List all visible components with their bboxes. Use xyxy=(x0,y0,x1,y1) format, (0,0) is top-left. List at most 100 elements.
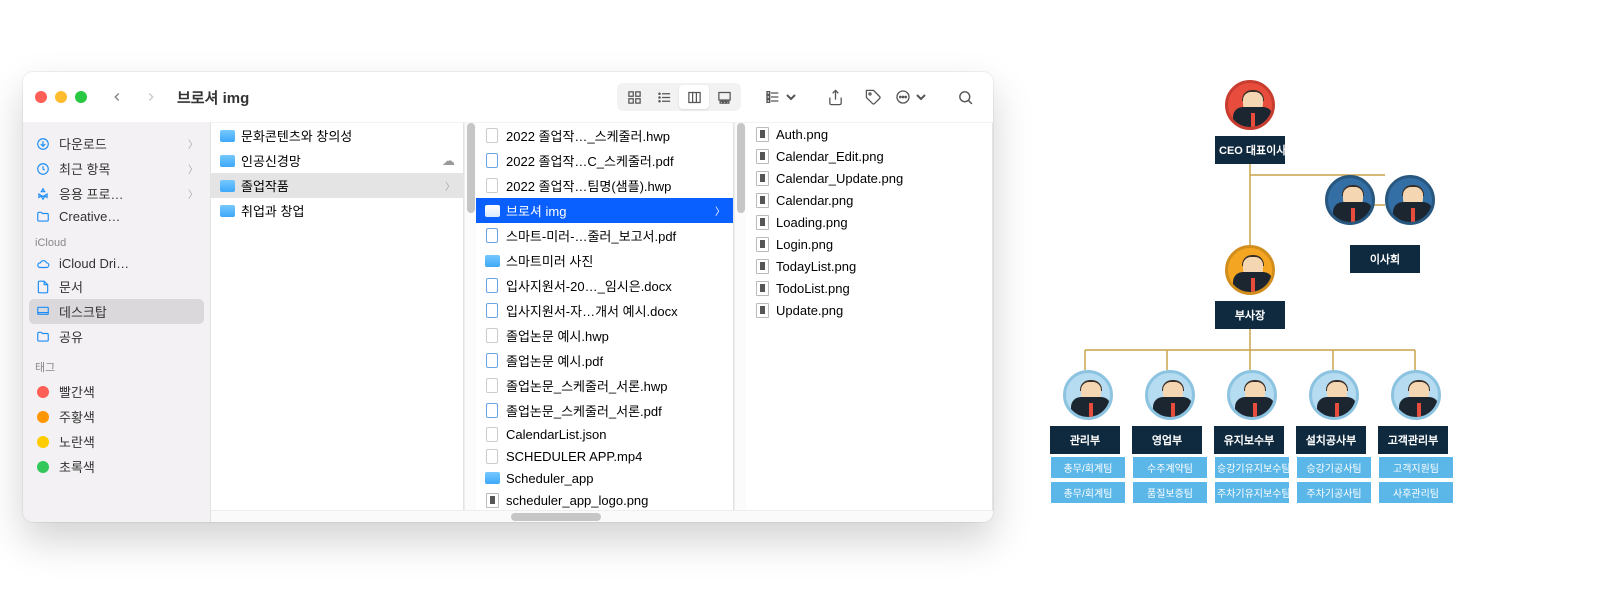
share-button[interactable] xyxy=(819,83,851,111)
sidebar-fav-0[interactable]: 다운로드 〉 xyxy=(23,131,210,156)
file-row[interactable]: Calendar_Edit.png xyxy=(746,145,992,167)
sidebar-icloud-2[interactable]: 데스크탑 xyxy=(29,299,204,324)
tag-icon xyxy=(35,386,51,398)
hwp-icon xyxy=(484,378,500,394)
file-row[interactable]: 스마트-미러-…줄러_보고서.pdf xyxy=(476,223,733,248)
close-button[interactable] xyxy=(35,91,47,103)
sidebar-fav-3[interactable]: Creative… xyxy=(23,206,210,227)
view-column-button[interactable] xyxy=(679,85,709,109)
file-row[interactable]: 스마트미러 사진 xyxy=(476,248,733,273)
folder-icon xyxy=(219,203,235,219)
cloud-icon xyxy=(35,257,51,271)
file-row[interactable]: 인공신경망☁︎ xyxy=(211,148,463,173)
sidebar-item-label: 다운로드 xyxy=(59,134,107,153)
team-name: 품질보증팀 xyxy=(1132,481,1208,504)
png-icon xyxy=(754,148,770,164)
file-row[interactable]: Loading.png xyxy=(746,211,992,233)
file-row[interactable]: TodoList.png xyxy=(746,277,992,299)
team-name: 사후관리팀 xyxy=(1378,481,1454,504)
column-3[interactable]: Auth.pngCalendar_Edit.pngCalendar_Update… xyxy=(746,123,993,522)
column-2[interactable]: 2022 졸업작…_스케줄러.hwp2022 졸업작…C_스케줄러.pdf202… xyxy=(476,123,734,522)
chevron-right-icon: 〉 xyxy=(188,136,198,151)
file-row[interactable]: Scheduler_app xyxy=(476,467,733,489)
column-1[interactable]: 문화콘텐츠와 창의성인공신경망☁︎졸업작품〉 취업과 창업 xyxy=(211,123,464,522)
file-row[interactable]: CalendarList.json xyxy=(476,423,733,445)
file-row[interactable]: 문화콘텐츠와 창의성 xyxy=(211,123,463,148)
file-label: 졸업논문 예시.hwp xyxy=(506,326,725,345)
org-board-avatars xyxy=(1325,175,1435,225)
png-icon xyxy=(754,170,770,186)
pdf-icon xyxy=(484,403,500,419)
file-row[interactable]: 2022 졸업작…팀명(샘플).hwp xyxy=(476,173,733,198)
group-by-button[interactable] xyxy=(765,89,799,105)
sidebar-section-tags: 태그 xyxy=(23,349,210,379)
tag-icon xyxy=(35,461,51,473)
file-row[interactable]: 2022 졸업작…C_스케줄러.pdf xyxy=(476,148,733,173)
png-icon xyxy=(484,492,500,508)
more-actions-button[interactable] xyxy=(895,89,929,105)
folder-icon xyxy=(219,178,235,194)
hwp-icon xyxy=(484,128,500,144)
file-row[interactable]: 입사지원서-20…_임시은.docx xyxy=(476,273,733,298)
view-icon-button[interactable] xyxy=(619,85,649,109)
file-row[interactable]: scheduler_app_logo.png xyxy=(476,489,733,511)
file-row[interactable]: 취업과 창업 xyxy=(211,198,463,223)
nav-back-button[interactable] xyxy=(103,83,131,111)
folder-icon xyxy=(484,253,500,269)
sidebar-tag-1[interactable]: 주황색 xyxy=(23,404,210,429)
view-list-button[interactable] xyxy=(649,85,679,109)
file-row[interactable]: Calendar.png xyxy=(746,189,992,211)
file-row[interactable]: 졸업논문_스케줄러_서론.pdf xyxy=(476,398,733,423)
desktop-icon xyxy=(35,305,51,319)
sidebar-item-label: 공유 xyxy=(59,327,83,346)
file-row[interactable]: Login.png xyxy=(746,233,992,255)
minimize-button[interactable] xyxy=(55,91,67,103)
sidebar-tag-0[interactable]: 빨간색 xyxy=(23,379,210,404)
file-row[interactable]: 브로셔 img〉 xyxy=(476,198,733,223)
file-row[interactable]: 졸업논문_스케줄러_서론.hwp xyxy=(476,373,733,398)
file-label: 졸업논문_스케줄러_서론.hwp xyxy=(506,376,725,395)
clock-icon xyxy=(35,162,51,176)
file-row[interactable]: Auth.png xyxy=(746,123,992,145)
file-row[interactable]: 졸업논문 예시.pdf xyxy=(476,348,733,373)
horizontal-scrollbar[interactable] xyxy=(211,510,993,522)
png-icon xyxy=(754,236,770,252)
file-row[interactable]: 입사지원서-자…개서 예시.docx xyxy=(476,298,733,323)
sidebar-fav-2[interactable]: 응용 프로…〉 xyxy=(23,181,210,206)
sidebar-tag-2[interactable]: 노란색 xyxy=(23,429,210,454)
column-2-scrollbar[interactable] xyxy=(734,123,746,522)
sidebar-item-label: 응용 프로… xyxy=(59,184,123,203)
sidebar: 다운로드〉최근 항목〉응용 프로…〉Creative… iCloud iClou… xyxy=(23,123,211,522)
avatar-icon xyxy=(1063,370,1113,420)
column-1-scrollbar[interactable] xyxy=(464,123,476,522)
docx-icon xyxy=(484,278,500,294)
avatar-icon xyxy=(1309,370,1359,420)
sidebar-tag-3[interactable]: 초록색 xyxy=(23,454,210,479)
file-row[interactable]: TodayList.png xyxy=(746,255,992,277)
sidebar-icloud-1[interactable]: 문서 xyxy=(23,274,210,299)
nav-forward-button[interactable] xyxy=(137,83,165,111)
sidebar-icloud-3[interactable]: 공유 xyxy=(23,324,210,349)
sidebar-fav-1[interactable]: 최근 항목〉 xyxy=(23,156,210,181)
org-dept-2: 유지보수부승강기유지보수팀주차기유지보수팀 xyxy=(1214,370,1290,504)
file-row[interactable]: 졸업논문 예시.hwp xyxy=(476,323,733,348)
file-row[interactable]: Update.png xyxy=(746,299,992,321)
dept-name: 관리부 xyxy=(1050,426,1120,454)
file-row[interactable]: 2022 졸업작…_스케줄러.hwp xyxy=(476,123,733,148)
file-row[interactable]: SCHEDULER APP.mp4 xyxy=(476,445,733,467)
view-gallery-button[interactable] xyxy=(709,85,739,109)
team-name: 고객지원팀 xyxy=(1378,456,1454,479)
team-name: 총무/회계팀 xyxy=(1050,481,1126,504)
file-label: 취업과 창업 xyxy=(241,201,455,220)
tag-icon xyxy=(35,436,51,448)
file-row[interactable]: 졸업작품〉 xyxy=(211,173,463,198)
avatar-icon xyxy=(1227,370,1277,420)
search-button[interactable] xyxy=(949,83,981,111)
maximize-button[interactable] xyxy=(75,91,87,103)
sidebar-icloud-0[interactable]: iCloud Dri… xyxy=(23,253,210,274)
folder-icon xyxy=(484,470,500,486)
tag-button[interactable] xyxy=(857,83,889,111)
team-name: 주차기공사팀 xyxy=(1296,481,1372,504)
file-label: Scheduler_app xyxy=(506,471,725,486)
file-row[interactable]: Calendar_Update.png xyxy=(746,167,992,189)
